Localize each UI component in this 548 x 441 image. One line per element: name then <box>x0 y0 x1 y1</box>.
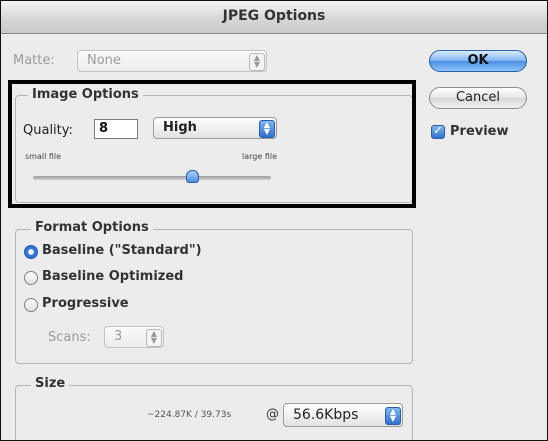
speed-value: 56.6Kbps <box>293 407 359 423</box>
checkmark-icon: ✓ <box>433 123 444 137</box>
matte-select[interactable]: None ▲ ▼ <box>77 50 267 72</box>
size-estimate: ~224.87K / 39.73s <box>147 410 232 420</box>
scans-select[interactable]: 3 ▲ ▼ <box>104 326 164 348</box>
format-options-title: Format Options <box>31 220 153 235</box>
jpeg-options-dialog: JPEG Options Matte: None ▲ ▼ OK Cancel ✓ … <box>0 0 548 441</box>
radio-label-progressive: Progressive <box>42 296 129 311</box>
matte-value: None <box>87 53 121 68</box>
scans-value: 3 <box>114 329 123 344</box>
radio-baseline-optimized[interactable] <box>24 271 38 285</box>
title-bar[interactable]: JPEG Options <box>1 1 547 34</box>
at-label: @ <box>266 407 279 422</box>
dialog-title: JPEG Options <box>222 8 326 24</box>
matte-arrows-icon: ▲ ▼ <box>249 53 265 71</box>
preview-checkbox[interactable]: ✓ <box>431 123 445 139</box>
matte-label: Matte: <box>13 53 55 68</box>
size-title: Size <box>31 376 70 391</box>
speed-select[interactable]: 56.6Kbps ▲ ▼ <box>283 403 403 427</box>
chevron-updown-icon-speed: ▲ ▼ <box>385 407 401 425</box>
radio-label-baseline-optimized: Baseline Optimized <box>42 269 184 284</box>
radio-baseline-standard[interactable] <box>24 245 38 259</box>
scans-arrows-icon: ▲ ▼ <box>146 329 162 347</box>
ok-button[interactable]: OK <box>429 50 527 72</box>
cancel-button[interactable]: Cancel <box>429 87 527 109</box>
preview-label: Preview <box>450 124 509 139</box>
highlight-box <box>8 80 416 208</box>
scans-label: Scans: <box>48 330 91 345</box>
radio-progressive[interactable] <box>24 298 38 312</box>
radio-label-baseline-standard: Baseline ("Standard") <box>42 243 202 258</box>
